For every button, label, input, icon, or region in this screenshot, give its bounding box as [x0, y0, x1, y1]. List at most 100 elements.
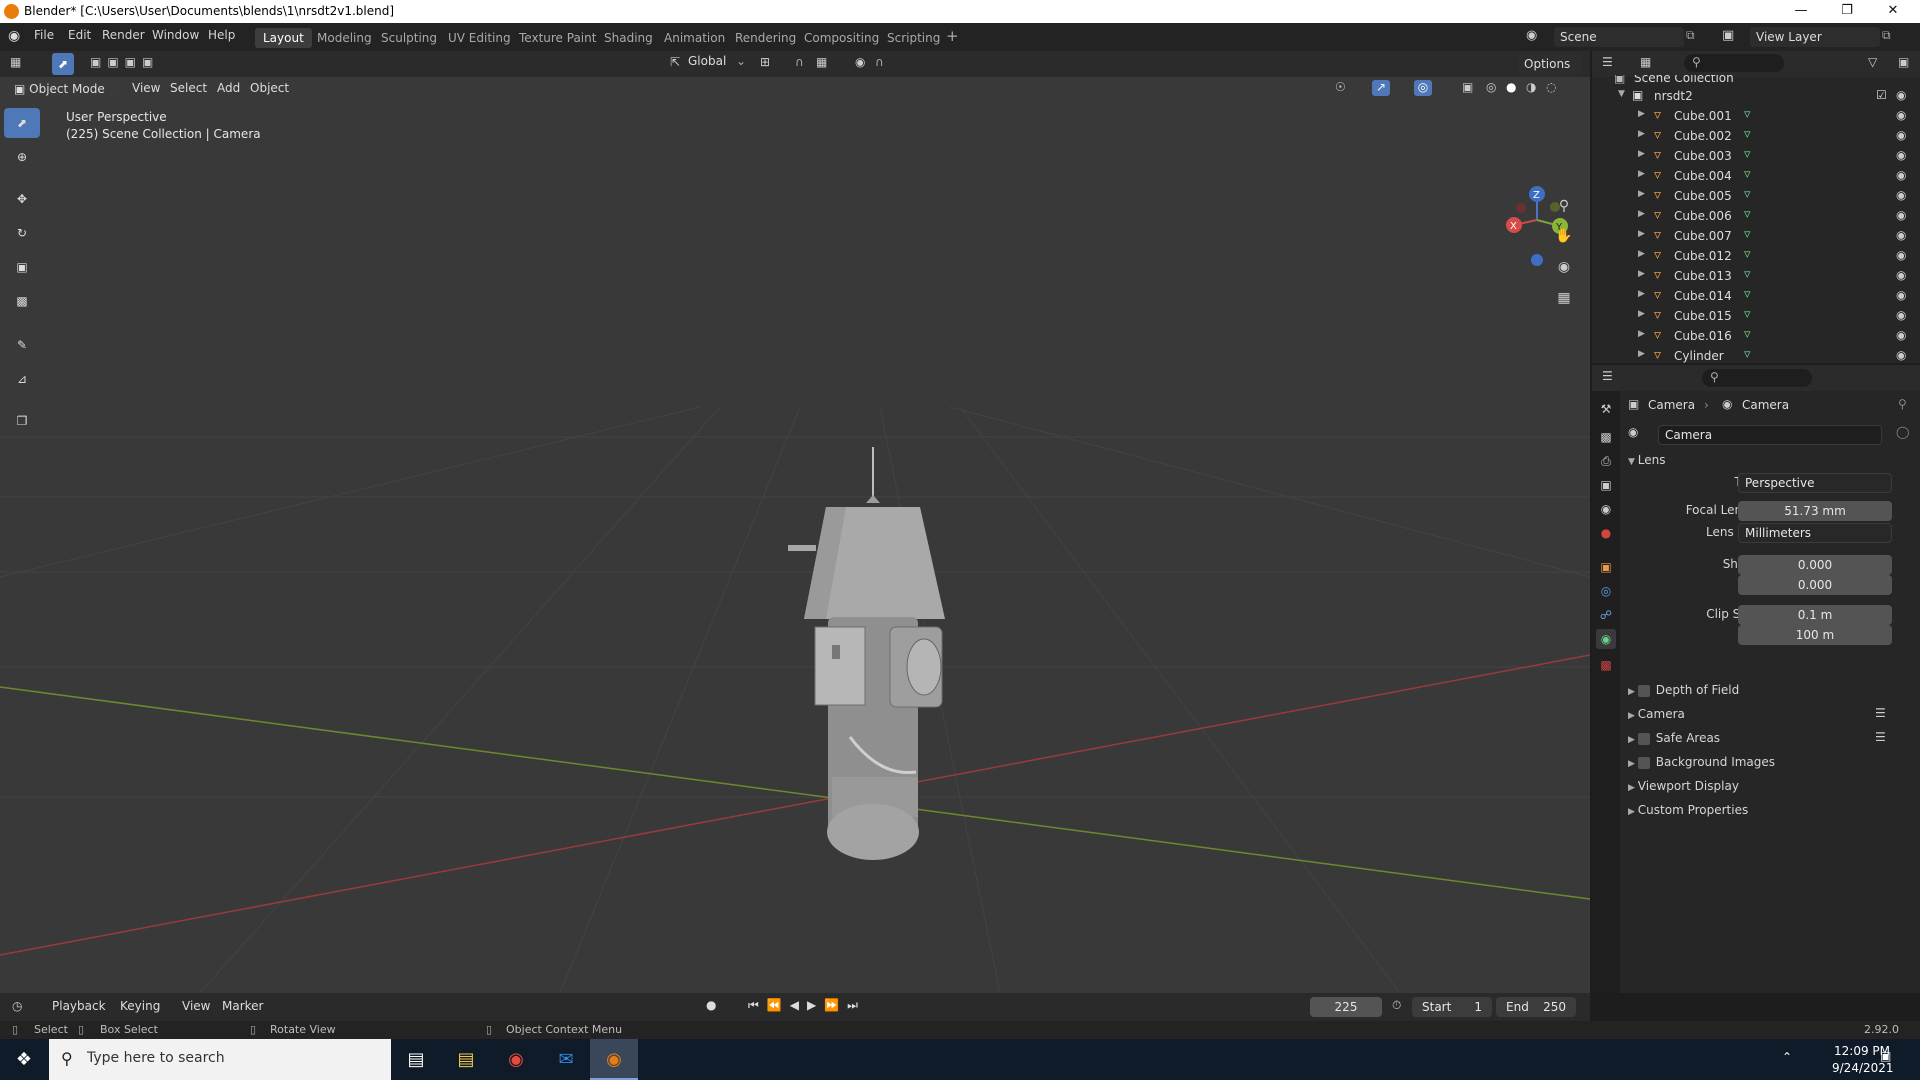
- pin-icon[interactable]: ⚲: [1898, 397, 1907, 411]
- custom-properties-section[interactable]: ▶ Custom Properties: [1628, 799, 1748, 821]
- outliner-item[interactable]: ▶ ▿ Cube.005 ▿ ◉: [1592, 186, 1920, 206]
- mesh-data-icon[interactable]: ▿: [1744, 147, 1751, 162]
- rotate-tool-icon[interactable]: ↻: [4, 218, 40, 248]
- pivot-point-icon[interactable]: ⊞: [760, 55, 770, 69]
- eye-icon[interactable]: ◉: [1896, 188, 1906, 202]
- tab-shading[interactable]: Shading: [596, 28, 661, 48]
- viewport-menu-select[interactable]: Select: [170, 81, 207, 95]
- outliner-item[interactable]: ▶ ▿ Cube.003 ▿ ◉: [1592, 146, 1920, 166]
- tab-uv-editing[interactable]: UV Editing: [440, 28, 519, 48]
- falloff-icon[interactable]: ∩: [875, 55, 884, 69]
- viewport-menu-add[interactable]: Add: [217, 81, 240, 95]
- selection-mode-icons[interactable]: ▣▣▣▣: [90, 55, 180, 73]
- playback-controls[interactable]: ⏮⏪◀▶⏩⏭: [748, 998, 866, 1013]
- eye-icon[interactable]: ◉: [1896, 228, 1906, 242]
- select-box-tool-icon[interactable]: ⬈: [4, 108, 40, 138]
- background-images-checkbox[interactable]: [1637, 756, 1650, 769]
- visibility-icon[interactable]: ☉: [1335, 80, 1346, 94]
- mesh-data-icon[interactable]: ▿: [1744, 327, 1751, 342]
- viewport-display-section[interactable]: ▶ Viewport Display: [1628, 775, 1739, 797]
- perspective-grid-icon[interactable]: ▦: [1552, 286, 1576, 310]
- outliner-item[interactable]: ▶ ▿ Cube.004 ▿ ◉: [1592, 166, 1920, 186]
- taskbar-date[interactable]: 9/24/2021: [1832, 1061, 1894, 1075]
- camera-section[interactable]: ▶ Camera: [1628, 703, 1685, 725]
- clip-end-field[interactable]: 100 m: [1738, 625, 1892, 645]
- timeline-menu-playback[interactable]: Playback: [52, 999, 106, 1013]
- taskbar-search-input[interactable]: ⚲ Type here to search: [49, 1039, 391, 1080]
- camera-model[interactable]: [788, 447, 945, 860]
- object-mode-dropdown[interactable]: ▣ Object Mode: [8, 79, 118, 99]
- measure-tool-icon[interactable]: ⊿: [4, 364, 40, 394]
- physics-tab-icon[interactable]: ◎: [1596, 581, 1616, 601]
- output-tab-icon[interactable]: ⎙: [1596, 451, 1616, 471]
- zoom-icon[interactable]: ⚲: [1552, 194, 1576, 218]
- mesh-data-icon[interactable]: ▿: [1744, 227, 1751, 242]
- outliner-item[interactable]: ▶ ▿ Cube.013 ▿ ◉: [1592, 266, 1920, 286]
- render-tab-icon[interactable]: ▩: [1596, 427, 1616, 447]
- select-tool-icon[interactable]: ⬈: [52, 53, 74, 75]
- annotate-tool-icon[interactable]: ✎: [4, 330, 40, 360]
- safe-areas-section[interactable]: ▶ Safe Areas: [1628, 727, 1720, 749]
- snap-target-icon[interactable]: ▦: [816, 55, 827, 69]
- 3d-viewport[interactable]: Z Y X ▣ Object Mode View Select Add Obje…: [0, 77, 1590, 993]
- tool-tab-icon[interactable]: ⚒: [1596, 399, 1616, 419]
- outliner-item[interactable]: ▶ ▿ Cube.002 ▿ ◉: [1592, 126, 1920, 146]
- chrome-icon[interactable]: ◉: [492, 1039, 540, 1080]
- tab-scripting[interactable]: Scripting: [879, 28, 948, 48]
- timeline-editor-icon[interactable]: ◷: [12, 999, 22, 1013]
- scene-tab-icon[interactable]: ◉: [1596, 499, 1616, 519]
- gizmo-toggle-icon[interactable]: ↗: [1372, 80, 1390, 96]
- mesh-data-icon[interactable]: ▿: [1744, 167, 1751, 182]
- viewport-menu-object[interactable]: Object: [250, 81, 289, 95]
- timeline-menu-view[interactable]: View: [182, 999, 210, 1013]
- mesh-data-icon[interactable]: ▿: [1744, 307, 1751, 322]
- mail-icon[interactable]: ✉: [542, 1039, 590, 1080]
- menu-file[interactable]: File: [34, 28, 54, 42]
- mesh-data-icon[interactable]: ▿: [1744, 347, 1751, 362]
- expand-icon[interactable]: ▶: [1638, 269, 1645, 279]
- object-tab-icon[interactable]: ▣: [1596, 557, 1616, 577]
- shift-x-field[interactable]: 0.000: [1738, 555, 1892, 575]
- datablock-name-field[interactable]: Camera: [1658, 425, 1882, 445]
- eye-icon[interactable]: ◉: [1896, 328, 1906, 342]
- end-frame-field[interactable]: End 250: [1496, 997, 1576, 1017]
- transform-orientation-dropdown[interactable]: Global: [688, 54, 726, 68]
- eye-icon[interactable]: ◉: [1896, 128, 1906, 142]
- clip-start-field[interactable]: 0.1 m: [1738, 605, 1892, 625]
- expand-icon[interactable]: ▶: [1638, 149, 1645, 159]
- add-workspace-icon[interactable]: +: [946, 27, 959, 45]
- eye-icon[interactable]: ◉: [1896, 288, 1906, 302]
- fake-user-icon[interactable]: ◯: [1896, 425, 1909, 439]
- auto-keying-icon[interactable]: ●: [706, 998, 716, 1012]
- scene-icon[interactable]: ◉: [1526, 28, 1537, 43]
- outliner-item[interactable]: ▶ ▿ Cylinder ▿ ◉: [1592, 346, 1920, 366]
- texture-tab-icon[interactable]: ▩: [1596, 655, 1616, 675]
- current-frame-field[interactable]: 225: [1310, 997, 1382, 1017]
- start-frame-field[interactable]: Start 1: [1412, 997, 1492, 1017]
- presets-icon[interactable]: ☰: [1875, 706, 1886, 720]
- options-dropdown[interactable]: Options: [1518, 54, 1582, 74]
- menu-render[interactable]: Render: [102, 28, 145, 42]
- outliner-item[interactable]: ▶ ▿ Cube.015 ▿ ◉: [1592, 306, 1920, 326]
- background-images-section[interactable]: ▶ Background Images: [1628, 751, 1775, 773]
- snap-icon[interactable]: ∩: [795, 55, 804, 69]
- orientation-icon[interactable]: ⇱: [670, 55, 680, 69]
- timeline-menu-marker[interactable]: Marker: [222, 999, 263, 1013]
- view-layer-selector[interactable]: View Layer: [1750, 27, 1880, 47]
- timeline-menu-keying[interactable]: Keying: [120, 999, 160, 1013]
- close-button[interactable]: ✕: [1870, 0, 1916, 23]
- tab-sculpting[interactable]: Sculpting: [373, 28, 445, 48]
- depth-of-field-section[interactable]: ▶ Depth of Field: [1628, 679, 1739, 701]
- shift-y-field[interactable]: 0.000: [1738, 575, 1892, 595]
- scale-tool-icon[interactable]: ▣: [4, 252, 40, 282]
- expand-icon[interactable]: ▶: [1638, 289, 1645, 299]
- eye-icon[interactable]: ◉: [1896, 168, 1906, 182]
- move-tool-icon[interactable]: ✥: [4, 184, 40, 214]
- cursor-tool-icon[interactable]: ⊕: [4, 142, 40, 172]
- menu-window[interactable]: Window: [152, 28, 199, 42]
- mesh-data-icon[interactable]: ▿: [1744, 107, 1751, 122]
- mesh-data-icon[interactable]: ▿: [1744, 207, 1751, 222]
- file-explorer-icon[interactable]: ▤: [442, 1039, 490, 1080]
- tab-animation[interactable]: Animation: [656, 28, 733, 48]
- scene-selector[interactable]: Scene: [1554, 27, 1684, 47]
